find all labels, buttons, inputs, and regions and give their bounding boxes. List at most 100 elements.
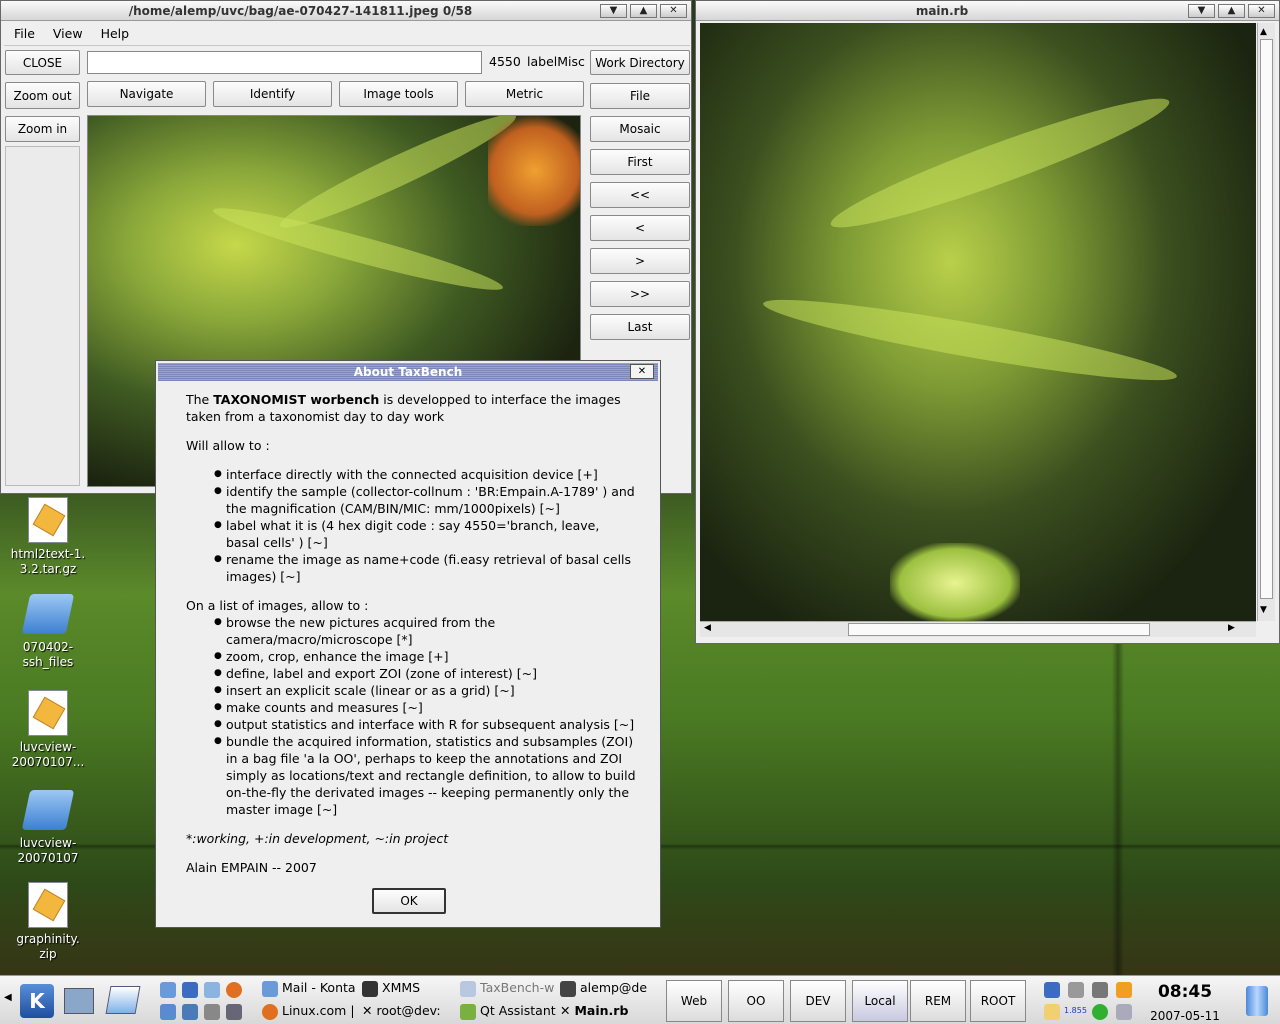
- first-button[interactable]: First: [590, 149, 690, 175]
- menu-help[interactable]: Help: [101, 26, 130, 41]
- terminal-icon[interactable]: [204, 1004, 220, 1020]
- close-icon[interactable]: ✕: [660, 3, 687, 18]
- close-icon[interactable]: ✕: [630, 364, 654, 379]
- scroll-down-icon[interactable]: ▼: [1260, 605, 1272, 617]
- menu-view[interactable]: View: [53, 26, 83, 41]
- tab-metric[interactable]: Metric: [465, 81, 584, 107]
- browser-icon[interactable]: [204, 982, 220, 998]
- desktop-root[interactable]: ROOT: [970, 980, 1026, 1022]
- task-taxbench[interactable]: TaxBench-w: [460, 980, 554, 997]
- tab-navigate[interactable]: Navigate: [87, 81, 206, 107]
- scroll-up-icon[interactable]: ▲: [1260, 27, 1272, 39]
- zoom-in-button[interactable]: Zoom in: [5, 116, 80, 142]
- file-button[interactable]: File: [590, 83, 690, 109]
- work-directory-button[interactable]: Work Directory: [590, 50, 690, 75]
- desktop-rem[interactable]: REM: [910, 980, 966, 1022]
- clipboard-icon[interactable]: [1092, 982, 1108, 998]
- will-allow-heading: Will allow to :: [186, 438, 270, 453]
- plant-detail: [273, 116, 523, 240]
- quicklaunch-group: [158, 980, 248, 1022]
- desktop-icon-graphinity[interactable]: graphinity. zip: [0, 882, 96, 962]
- folder-icon: [21, 790, 75, 830]
- firefox-icon: [262, 1003, 278, 1020]
- desktop-icon-html2text[interactable]: html2text-1. 3.2.tar.gz: [0, 497, 96, 577]
- tools-icon[interactable]: [160, 1004, 176, 1020]
- qt-icon: [460, 1003, 476, 1020]
- status-ok-icon[interactable]: [1092, 1004, 1108, 1020]
- folder-icon: [21, 594, 75, 634]
- rewind-button[interactable]: <<: [590, 182, 690, 208]
- clock-time[interactable]: 08:45: [1142, 982, 1228, 1002]
- kde-tray-icon[interactable]: [1044, 1004, 1060, 1020]
- desktop-oo[interactable]: OO: [728, 980, 784, 1022]
- previous-button[interactable]: <: [590, 215, 690, 241]
- vertical-scroll-thumb[interactable]: [1260, 39, 1273, 599]
- screen-icon[interactable]: [226, 1004, 242, 1020]
- last-button[interactable]: Last: [590, 314, 690, 340]
- mosaic-button[interactable]: Mosaic: [590, 116, 690, 142]
- label-misc: labelMisc: [527, 54, 585, 69]
- scroll-left-icon[interactable]: ◀: [704, 623, 711, 633]
- menu-file[interactable]: File: [14, 26, 35, 41]
- task-terminal-alemp[interactable]: alemp@de: [560, 980, 647, 997]
- editor-icon[interactable]: [105, 986, 141, 1014]
- plant-detail: [760, 286, 1180, 394]
- desktop-dev[interactable]: DEV: [790, 980, 846, 1022]
- show-desktop-icon[interactable]: [64, 988, 94, 1014]
- volume-icon[interactable]: [1044, 982, 1060, 998]
- battery-icon[interactable]: [1116, 982, 1132, 998]
- desktop-icon-ssh-files[interactable]: 070402- ssh_files: [0, 590, 96, 670]
- kde-menu-icon[interactable]: K: [20, 984, 54, 1018]
- desktop-web[interactable]: Web: [666, 980, 722, 1022]
- zoom-out-button[interactable]: Zoom out: [5, 82, 80, 109]
- tab-image-tools[interactable]: Image tools: [339, 81, 458, 107]
- maximize-icon[interactable]: ▲: [1218, 3, 1245, 18]
- trash-icon[interactable]: [1246, 986, 1268, 1016]
- close-button[interactable]: CLOSE: [5, 50, 80, 75]
- ok-button[interactable]: OK: [372, 888, 446, 914]
- terminal-icon: [560, 980, 576, 997]
- network-tray-icon[interactable]: [1068, 982, 1084, 998]
- task-linux-com[interactable]: Linux.com |: [262, 1003, 355, 1020]
- task-root-dev[interactable]: ✕ root@dev:: [362, 1003, 441, 1018]
- desktop-icon-luvcview-archive[interactable]: luvcview- 20070107...: [0, 690, 96, 770]
- tab-identify[interactable]: Identify: [213, 81, 332, 107]
- system-tray: 1.855: [1044, 982, 1138, 1022]
- taskbar-hide-icon[interactable]: ◀: [4, 992, 12, 1003]
- task-main-rb[interactable]: ✕ Main.rb: [560, 1003, 628, 1018]
- firefox-icon[interactable]: [226, 982, 242, 998]
- desktop-icon-luvcview-folder[interactable]: luvcview- 20070107: [0, 786, 96, 866]
- minimize-icon[interactable]: ▼: [1188, 3, 1215, 18]
- close-icon[interactable]: ✕: [1248, 3, 1275, 18]
- taxbench-titlebar[interactable]: /home/alemp/uvc/bag/ae-070427-141811.jpe…: [1, 1, 691, 21]
- task-qt-assistant[interactable]: Qt Assistant: [460, 1003, 556, 1020]
- printer-icon[interactable]: [1116, 1004, 1132, 1020]
- list-intro-heading: On a list of images, allow to :: [186, 598, 369, 613]
- next-button[interactable]: >: [590, 248, 690, 274]
- task-xmms[interactable]: XMMS: [362, 980, 420, 997]
- task-mail[interactable]: Mail - Konta: [262, 980, 356, 997]
- horizontal-scrollbar[interactable]: ◀ ▶: [700, 621, 1256, 637]
- vertical-scrollbar[interactable]: ▲ ▼: [1257, 23, 1275, 621]
- minimize-icon[interactable]: ▼: [600, 3, 627, 18]
- window-title: /home/alemp/uvc/bag/ae-070427-141811.jpe…: [128, 3, 473, 18]
- taxbench-icon: [460, 980, 476, 997]
- viewer-titlebar[interactable]: main.rb ▼ ▲ ✕: [696, 1, 1279, 21]
- sync-icon[interactable]: [182, 1004, 198, 1020]
- menu-bar: File View Help: [14, 26, 143, 41]
- forward-button[interactable]: >>: [590, 281, 690, 307]
- horizontal-scroll-thumb[interactable]: [848, 623, 1150, 636]
- viewer-image[interactable]: [700, 23, 1256, 621]
- list-item: make counts and measures [~]: [186, 699, 636, 716]
- legend-text: *:working, +:in development, ~:in projec…: [186, 831, 449, 846]
- network-icon[interactable]: [182, 982, 198, 998]
- mail-icon: [262, 980, 278, 997]
- label-input[interactable]: [87, 51, 482, 74]
- plant-detail: [824, 82, 1176, 244]
- about-titlebar[interactable]: About TaxBench ✕: [158, 363, 658, 381]
- maximize-icon[interactable]: ▲: [630, 3, 657, 18]
- archive-icon: [28, 882, 68, 928]
- scroll-right-icon[interactable]: ▶: [1228, 623, 1235, 633]
- konqueror-icon[interactable]: [160, 982, 176, 998]
- desktop-local[interactable]: Local: [852, 980, 908, 1022]
